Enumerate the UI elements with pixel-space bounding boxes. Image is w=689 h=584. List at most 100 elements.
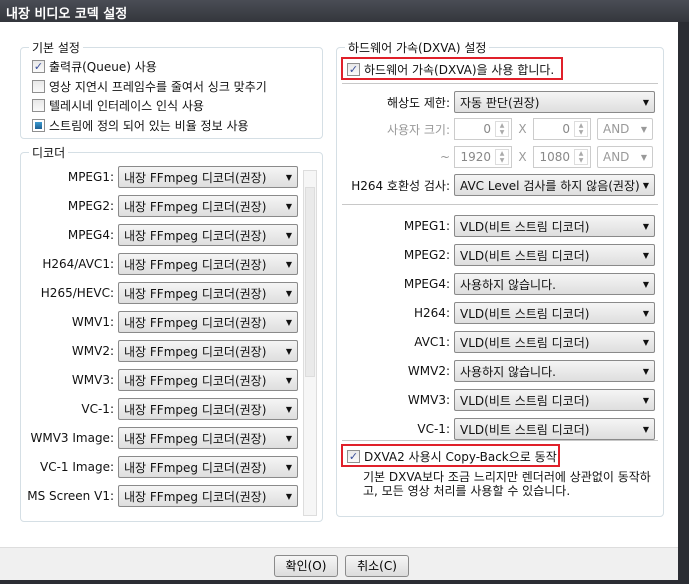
decoder-row: MS Screen V1: 내장 FFmpeg 디코더(권장) ▼	[22, 485, 298, 507]
min-op-select[interactable]: AND ▼	[597, 118, 653, 140]
spin-arrows-icon[interactable]: ▲ ▼	[495, 149, 509, 165]
spin-arrows-icon[interactable]: ▲ ▼	[574, 121, 588, 137]
decoder-label: MPEG2:	[67, 199, 114, 213]
decoder-label: WMV1:	[71, 315, 114, 329]
dxva-codec-select[interactable]: VLD(비트 스트림 디코더) ▼	[454, 331, 655, 353]
spin-arrows-icon[interactable]: ▲ ▼	[495, 121, 509, 137]
decoder-select[interactable]: 내장 FFmpeg 디코더(권장) ▼	[118, 427, 298, 449]
dxva-codec-row: MPEG4: 사용하지 않습니다. ▼	[340, 273, 655, 295]
divider	[342, 204, 658, 205]
times-label: X	[518, 150, 527, 164]
select-value: VLD(비트 스트림 디코더)	[460, 393, 590, 408]
dxva-enable-checkbox[interactable]: ✓ 하드웨어 가속(DXVA)을 사용 합니다.	[347, 61, 554, 78]
select-value: 내장 FFmpeg 디코더(권장)	[124, 402, 267, 417]
max-width-spinner[interactable]: 1920 ▲ ▼	[454, 146, 512, 168]
dialog-body: 기본 설정 ✓ 출력큐(Queue) 사용 영상 지연시 프레임수를 줄여서 싱크…	[0, 22, 678, 547]
dxva-codec-label: AVC1:	[414, 335, 450, 349]
dxva-codec-row: WMV3: VLD(비트 스트림 디코더) ▼	[340, 389, 655, 411]
chevron-down-icon: ▼	[285, 201, 292, 211]
chevron-down-icon: ▼	[640, 124, 647, 134]
decoder-select[interactable]: 내장 FFmpeg 디코더(권장) ▼	[118, 282, 298, 304]
max-height-spinner[interactable]: 1080 ▲ ▼	[533, 146, 591, 168]
decoder-scrollbar[interactable]	[303, 170, 317, 516]
chevron-down-icon: ▼	[285, 230, 292, 240]
telecine-checkbox[interactable]: 텔레시네 인터레이스 인식 사용	[32, 97, 204, 114]
chevron-down-icon: ▼	[285, 346, 292, 356]
dxva-codec-select[interactable]: VLD(비트 스트림 디코더) ▼	[454, 215, 655, 237]
decoder-select[interactable]: 내장 FFmpeg 디코더(권장) ▼	[118, 166, 298, 188]
decoder-select[interactable]: 내장 FFmpeg 디코더(권장) ▼	[118, 456, 298, 478]
dxva-codec-select[interactable]: VLD(비트 스트림 디코더) ▼	[454, 389, 655, 411]
spin-value: 1080	[539, 150, 570, 164]
select-value: 내장 FFmpeg 디코더(권장)	[124, 373, 267, 388]
decoder-row: WMV3: 내장 FFmpeg 디코더(권장) ▼	[22, 369, 298, 391]
chevron-down-icon: ▼	[285, 433, 292, 443]
decoder-select[interactable]: 내장 FFmpeg 디코더(권장) ▼	[118, 311, 298, 333]
select-value: VLD(비트 스트림 디코더)	[460, 335, 590, 350]
decoder-row: H264/AVC1: 내장 FFmpeg 디코더(권장) ▼	[22, 253, 298, 275]
queue-checkbox[interactable]: ✓ 출력큐(Queue) 사용	[32, 58, 157, 75]
dxva-codec-label: WMV2:	[407, 364, 450, 378]
select-value: AND	[603, 122, 630, 136]
spin-arrows-icon[interactable]: ▲ ▼	[574, 149, 588, 165]
max-op-select[interactable]: AND ▼	[597, 146, 653, 168]
dxva-codec-row: WMV2: 사용하지 않습니다. ▼	[340, 360, 655, 382]
frame-drop-checkbox[interactable]: 영상 지연시 프레임수를 줄여서 싱크 맞추기	[32, 78, 267, 95]
decoder-label: VC-1:	[81, 402, 114, 416]
dxva-codec-select[interactable]: VLD(비트 스트림 디코더) ▼	[454, 244, 655, 266]
select-value: 내장 FFmpeg 디코더(권장)	[124, 199, 267, 214]
select-value: VLD(비트 스트림 디코더)	[460, 219, 590, 234]
select-value: AVC Level 검사를 하지 않음(권장)	[460, 178, 640, 193]
chevron-down-icon: ▼	[642, 180, 649, 190]
decoder-label: WMV2:	[71, 344, 114, 358]
decoder-label: H264/AVC1:	[42, 257, 114, 271]
checkbox-indeterminate-icon	[32, 119, 45, 132]
chevron-down-icon: ▼	[285, 404, 292, 414]
times-label: X	[518, 122, 527, 136]
spin-value: 0	[562, 122, 570, 136]
decoder-select[interactable]: 내장 FFmpeg 디코더(권장) ▼	[118, 369, 298, 391]
chevron-down-icon: ▼	[642, 366, 649, 376]
decoder-select[interactable]: 내장 FFmpeg 디코더(권장) ▼	[118, 224, 298, 246]
dxva-codec-select[interactable]: VLD(비트 스트림 디코더) ▼	[454, 302, 655, 324]
dxva-codec-row: MPEG2: VLD(비트 스트림 디코더) ▼	[340, 244, 655, 266]
dxva-codec-label: VC-1:	[417, 422, 450, 436]
dxva-codec-select[interactable]: VLD(비트 스트림 디코더) ▼	[454, 418, 655, 440]
min-width-spinner[interactable]: 0 ▲ ▼	[454, 118, 512, 140]
ok-button[interactable]: 확인(O)	[274, 555, 338, 577]
stream-aspect-checkbox[interactable]: 스트림에 정의 되어 있는 비율 정보 사용	[32, 117, 249, 134]
chevron-down-icon: ▼	[285, 172, 292, 182]
chevron-down-icon: ▼	[642, 308, 649, 318]
scrollbar-thumb[interactable]	[305, 187, 315, 377]
decoder-row: WMV3 Image: 내장 FFmpeg 디코더(권장) ▼	[22, 427, 298, 449]
decoder-select[interactable]: 내장 FFmpeg 디코더(권장) ▼	[118, 340, 298, 362]
dxva-codec-label: H264:	[414, 306, 450, 320]
dxva-codec-select[interactable]: 사용하지 않습니다. ▼	[454, 360, 655, 382]
decoder-label: WMV3 Image:	[30, 431, 114, 445]
decoder-select[interactable]: 내장 FFmpeg 디코더(권장) ▼	[118, 398, 298, 420]
h264-check-select[interactable]: AVC Level 검사를 하지 않음(권장) ▼	[454, 174, 655, 196]
copyback-checkbox[interactable]: ✓ DXVA2 사용시 Copy-Back으로 동작	[347, 448, 557, 465]
chevron-down-icon: ▼	[285, 259, 292, 269]
decoder-select[interactable]: 내장 FFmpeg 디코더(권장) ▼	[118, 195, 298, 217]
decoder-select[interactable]: 내장 FFmpeg 디코더(권장) ▼	[118, 485, 298, 507]
decoder-label: MPEG4:	[67, 228, 114, 242]
group-title: 디코더	[29, 144, 69, 161]
min-height-spinner[interactable]: 0 ▲ ▼	[533, 118, 591, 140]
chevron-down-icon: ▼	[642, 424, 649, 434]
dxva-codec-select[interactable]: 사용하지 않습니다. ▼	[454, 273, 655, 295]
select-value: 사용하지 않습니다.	[460, 364, 556, 379]
resolution-select[interactable]: 자동 판단(권장) ▼	[454, 91, 655, 113]
custom-size-label: 사용자 크기:	[386, 122, 450, 137]
chevron-down-icon: ▼	[285, 491, 292, 501]
dxva-codec-row: H264: VLD(비트 스트림 디코더) ▼	[340, 302, 655, 324]
copyback-description: 기본 DXVA보다 조금 느리지만 렌더러에 상관없이 동작하고, 모든 영상 …	[363, 470, 651, 498]
decoder-select[interactable]: 내장 FFmpeg 디코더(권장) ▼	[118, 253, 298, 275]
dxva-codec-label: MPEG4:	[403, 277, 450, 291]
decoder-row: MPEG4: 내장 FFmpeg 디코더(권장) ▼	[22, 224, 298, 246]
dxva-codec-row: MPEG1: VLD(비트 스트림 디코더) ▼	[340, 215, 655, 237]
select-value: 내장 FFmpeg 디코더(권장)	[124, 460, 267, 475]
chevron-down-icon: ▼	[640, 152, 647, 162]
cancel-button[interactable]: 취소(C)	[345, 555, 409, 577]
decoder-label: H265/HEVC:	[40, 286, 114, 300]
